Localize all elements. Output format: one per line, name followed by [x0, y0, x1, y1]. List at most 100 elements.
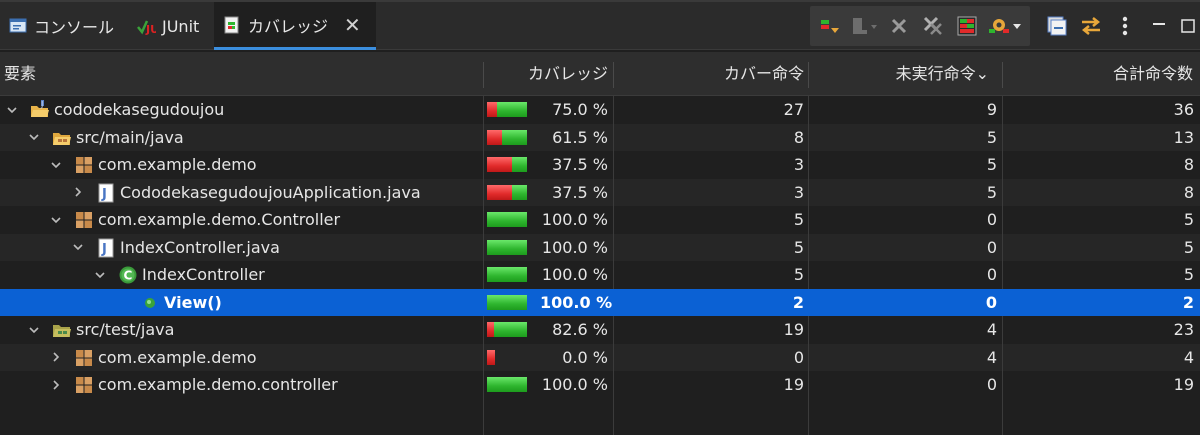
- coverage-percent: 100.0 %: [541, 237, 608, 257]
- dump-data-icon: [853, 18, 877, 34]
- table-row[interactable]: src/test/java 82.6 % 19 4 23: [0, 316, 1200, 344]
- expanded-chevron-icon[interactable]: [26, 316, 42, 344]
- covered-instructions: 19: [783, 320, 804, 339]
- table-row[interactable]: J CododekasegudoujouApplication.java 37.5 …: [0, 178, 1200, 207]
- covered-instructions: 27: [783, 100, 804, 119]
- relaunch-coverage-button[interactable]: [814, 9, 848, 43]
- table-row[interactable]: com.example.demo 0.0 % 0 4 4: [0, 343, 1200, 372]
- expanded-chevron-icon[interactable]: [92, 261, 108, 289]
- column-header: 要素 カバレッジ カバー命令 未実行命令⌄ 合計命令数: [0, 52, 1200, 96]
- coverage-bar: [487, 212, 527, 227]
- coverage-bar-covered: [487, 267, 527, 282]
- column-divider: [483, 96, 484, 124]
- coverage-percent: 75.0 %: [552, 100, 608, 119]
- table-row[interactable]: Jcododekasegudoujou 75.0 % 27 9 36: [0, 96, 1200, 124]
- column-divider: [483, 123, 484, 151]
- remove-session-button[interactable]: [882, 9, 916, 43]
- minimize-view-button[interactable]: [1142, 9, 1176, 43]
- coverage-percent: 100.0 %: [540, 292, 613, 312]
- coverage-tree-table: Jcododekasegudoujou 75.0 % 27 9 36 src/main/j…: [0, 96, 1200, 399]
- missed-instructions: 0: [985, 292, 997, 312]
- column-header-covered[interactable]: カバー命令: [614, 52, 804, 96]
- coverage-icon: [224, 16, 239, 33]
- coverage-percent: 82.6 %: [552, 320, 608, 339]
- remove-all-sessions-button[interactable]: [916, 9, 950, 43]
- column-header-missed[interactable]: 未実行命令⌄: [809, 52, 989, 96]
- coverage-bar: [487, 267, 527, 282]
- column-header-coverage[interactable]: カバレッジ: [484, 52, 608, 96]
- element-name: CododekasegudoujouApplication.java: [120, 182, 421, 202]
- column-divider: [483, 178, 484, 206]
- coverage-bar-covered: [497, 102, 527, 117]
- expanded-chevron-icon[interactable]: [26, 124, 42, 152]
- expanded-chevron-icon[interactable]: [70, 234, 86, 262]
- table-row[interactable]: View() 100.0 % 2 0 2: [0, 288, 1200, 316]
- expanded-chevron-icon[interactable]: [48, 151, 64, 179]
- remove-all-icon: [923, 16, 942, 35]
- coverage-bar: [487, 184, 527, 200]
- covered-instructions: 3: [793, 155, 804, 174]
- table-row[interactable]: J IndexController.java 100.0 % 5 0 5: [0, 233, 1200, 262]
- method-icon: [140, 293, 160, 313]
- expanded-chevron-icon[interactable]: [4, 96, 20, 124]
- tab-junit[interactable]: JU JUnit: [128, 2, 207, 50]
- sort-descending-icon: ⌄: [975, 64, 989, 83]
- test-folder-icon: [52, 320, 72, 340]
- tab-console[interactable]: コンソール: [0, 2, 122, 50]
- coverage-bar-covered: [487, 377, 527, 392]
- element-name: IndexController.java: [120, 237, 280, 257]
- class-icon: C: [118, 265, 138, 285]
- table-row[interactable]: src/main/java 61.5 % 8 5 13: [0, 123, 1200, 152]
- covered-instructions: 19: [783, 375, 804, 394]
- element-name: src/test/java: [76, 320, 175, 339]
- tab-coverage[interactable]: カバレッジ ✕: [214, 2, 376, 50]
- covered-instructions: 2: [792, 292, 804, 312]
- element-name: com.example.demo: [98, 347, 257, 367]
- missed-instructions: 0: [986, 265, 997, 284]
- column-header-total[interactable]: 合計命令数: [1003, 52, 1193, 96]
- coverage-bar: [487, 377, 527, 392]
- dump-execution-data-button[interactable]: [848, 9, 882, 43]
- coverage-percent: 100.0 %: [541, 210, 608, 229]
- collapse-all-button[interactable]: [1040, 9, 1074, 43]
- column-header-element[interactable]: 要素: [4, 52, 480, 96]
- table-row[interactable]: C IndexController 100.0 % 5 0 5: [0, 261, 1200, 289]
- coverage-percent: 0.0 %: [562, 347, 608, 367]
- element-name: View(): [164, 292, 222, 312]
- covered-instructions: 8: [793, 127, 804, 147]
- collapsed-chevron-icon[interactable]: [48, 344, 64, 372]
- merge-sessions-button[interactable]: [950, 9, 984, 43]
- coverage-bar: [487, 349, 495, 365]
- close-tab-icon[interactable]: ✕: [344, 13, 361, 37]
- expanded-chevron-icon[interactable]: [48, 206, 64, 234]
- total-instructions: 5: [1183, 237, 1194, 257]
- view-menu-button[interactable]: [1108, 9, 1142, 43]
- element-name: cododekasegudoujou: [54, 100, 225, 119]
- collapse-all-icon: [1047, 16, 1067, 36]
- column-divider: [483, 371, 484, 399]
- select-session-dropdown[interactable]: [984, 9, 1026, 43]
- column-header-total-label: 合計命令数: [1112, 64, 1193, 83]
- missed-instructions: 0: [986, 237, 997, 257]
- coverage-bar-covered: [512, 184, 527, 200]
- junit-icon: JU: [137, 20, 156, 36]
- table-row[interactable]: com.example.demo.controller 100.0 % 19 0 19: [0, 371, 1200, 399]
- link-with-selection-button[interactable]: [1074, 9, 1108, 43]
- column-header-missed-label: 未実行命令: [895, 64, 976, 83]
- svg-text:J: J: [101, 242, 107, 257]
- coverage-bar: [487, 294, 527, 310]
- collapsed-chevron-icon[interactable]: [48, 371, 64, 399]
- collapsed-chevron-icon[interactable]: [70, 179, 86, 207]
- coverage-bar-covered: [487, 212, 527, 227]
- tab-coverage-label: カバレッジ: [248, 16, 329, 36]
- missed-instructions: 4: [986, 320, 997, 339]
- package-icon: [74, 155, 94, 175]
- svg-text:J: J: [101, 187, 107, 202]
- project-icon: J: [30, 100, 50, 120]
- coverage-percent: 61.5 %: [552, 127, 608, 147]
- maximize-view-button[interactable]: [1176, 9, 1200, 43]
- total-instructions: 36: [1173, 100, 1194, 119]
- table-row[interactable]: com.example.demo.Controller 100.0 % 5 0 5: [0, 206, 1200, 234]
- minimize-icon: [1153, 23, 1165, 25]
- table-row[interactable]: com.example.demo 37.5 % 3 5 8: [0, 151, 1200, 179]
